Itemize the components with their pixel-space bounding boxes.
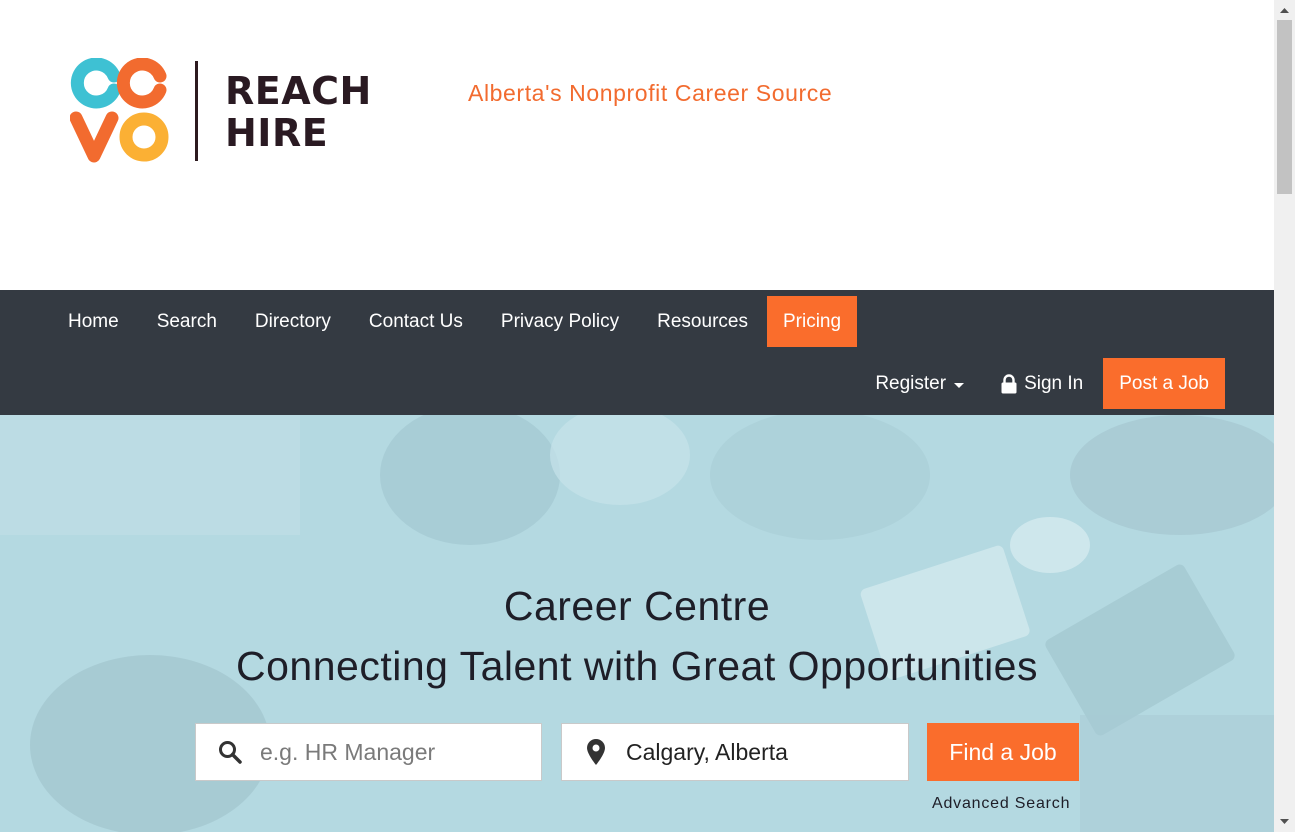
lock-icon	[1001, 373, 1017, 393]
hero-subtitle: Connecting Talent with Great Opportuniti…	[236, 643, 1038, 689]
scroll-down-arrow-icon[interactable]	[1274, 812, 1295, 832]
logo-wordmark: REACH HIRE	[225, 70, 372, 154]
map-marker-icon	[587, 739, 605, 765]
register-dropdown[interactable]: Register	[875, 358, 965, 409]
nav-privacy-policy[interactable]: Privacy Policy	[482, 296, 638, 347]
hero-title: Career Centre	[503, 583, 771, 629]
post-a-job-button[interactable]: Post a Job	[1103, 358, 1225, 409]
main-navbar: Home Search Directory Contact Us Privacy…	[0, 290, 1274, 415]
nav-search[interactable]: Search	[138, 296, 236, 347]
keyword-search-box	[195, 723, 542, 781]
logo-wordmark-line1: REACH	[225, 69, 372, 113]
hero-section: Career Centre Connecting Talent with Gre…	[0, 415, 1274, 832]
keyword-input[interactable]	[260, 724, 530, 780]
primary-nav: Home Search Directory Contact Us Privacy…	[49, 296, 858, 347]
sign-in-label: Sign In	[1024, 373, 1084, 394]
logo-wordmark-line2: HIRE	[225, 111, 329, 155]
nav-resources[interactable]: Resources	[638, 296, 767, 347]
location-search-box	[561, 723, 909, 781]
find-a-job-button[interactable]: Find a Job	[927, 723, 1079, 781]
sign-in-link[interactable]: Sign In	[1000, 358, 1083, 409]
site-header: REACH HIRE Alberta's Nonprofit Career So…	[0, 0, 1274, 290]
site-tagline: Alberta's Nonprofit Career Source	[468, 80, 833, 106]
account-nav: Register Sign In Post a Job	[875, 358, 1225, 409]
vertical-scrollbar[interactable]	[1274, 0, 1295, 832]
location-input[interactable]	[626, 724, 896, 780]
scrollbar-thumb[interactable]	[1277, 20, 1292, 194]
register-label: Register	[875, 373, 947, 394]
search-icon	[219, 741, 242, 764]
nav-contact-us[interactable]: Contact Us	[350, 296, 482, 347]
scroll-up-arrow-icon[interactable]	[1274, 0, 1295, 20]
nav-pricing[interactable]: Pricing	[766, 296, 858, 347]
ccvo-logo-mark	[70, 58, 169, 163]
caret-down-icon	[954, 382, 965, 388]
nav-directory[interactable]: Directory	[236, 296, 350, 347]
advanced-search-link[interactable]: Advanced Search	[932, 795, 1070, 813]
logo-divider	[195, 61, 198, 161]
nav-home[interactable]: Home	[49, 296, 138, 347]
ccvo-reach-hire-logo[interactable]: REACH HIRE	[70, 58, 372, 164]
